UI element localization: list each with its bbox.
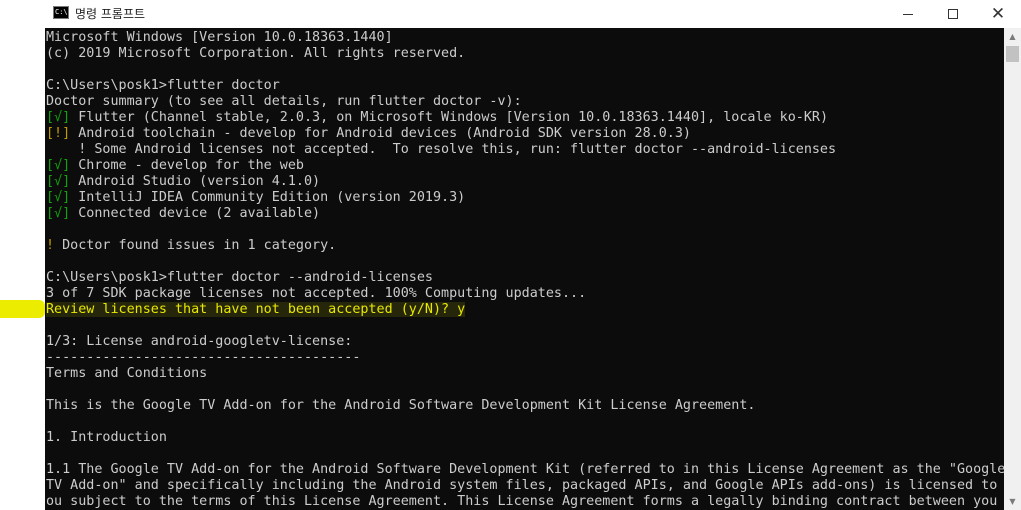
close-button[interactable]: ✕ bbox=[975, 0, 1021, 28]
console-output[interactable]: Microsoft Windows [Version 10.0.18363.14… bbox=[45, 28, 1004, 510]
console-text: (c) 2019 Microsoft Corporation. All righ… bbox=[46, 46, 466, 61]
console-line: Review licenses that have not been accep… bbox=[46, 302, 1004, 318]
console-text: 1.1 The Google TV Add-on for the Android… bbox=[46, 462, 1004, 477]
console-text: [√] bbox=[46, 174, 71, 189]
console-text: [√] bbox=[46, 110, 71, 125]
console-text: [√] bbox=[46, 158, 71, 173]
console-line: [√] Android Studio (version 4.1.0) bbox=[46, 174, 1004, 190]
console-text: [√] bbox=[46, 190, 71, 205]
console-line: 1. Introduction bbox=[46, 430, 1004, 446]
maximize-icon bbox=[948, 9, 958, 19]
console-text: This is the Google TV Add-on for the And… bbox=[46, 398, 756, 413]
console-text: C:\Users\posk1>flutter doctor --android-… bbox=[46, 270, 433, 285]
console-text: Doctor found issues in 1 category. bbox=[54, 238, 337, 253]
console-lines: Microsoft Windows [Version 10.0.18363.14… bbox=[46, 30, 1004, 510]
highlighter-mark bbox=[0, 300, 45, 318]
console-line: Terms and Conditions bbox=[46, 366, 1004, 382]
console-line: (c) 2019 Microsoft Corporation. All righ… bbox=[46, 46, 1004, 62]
console-text: [!] bbox=[46, 126, 71, 141]
console-text: Flutter (Channel stable, 2.0.3, on Micro… bbox=[70, 110, 829, 125]
scroll-up-button[interactable]: ▲ bbox=[1004, 28, 1021, 45]
console-text: [√] bbox=[46, 206, 71, 221]
console-text: ! Some Android licenses not accepted. To… bbox=[46, 142, 837, 157]
scroll-down-button[interactable]: ▼ bbox=[1004, 493, 1021, 510]
console-text: 1/3: License android-googletv-license: bbox=[46, 334, 353, 349]
arrow-up-icon: ▲ bbox=[1009, 32, 1016, 41]
console-text: Android toolchain - develop for Android … bbox=[70, 126, 691, 141]
console-line: ! Some Android licenses not accepted. To… bbox=[46, 142, 1004, 158]
console-line: ! Doctor found issues in 1 category. bbox=[46, 238, 1004, 254]
console-line: [√] Connected device (2 available) bbox=[46, 206, 1004, 222]
console-line: This is the Google TV Add-on for the And… bbox=[46, 398, 1004, 414]
console-text: Microsoft Windows [Version 10.0.18363.14… bbox=[46, 30, 393, 45]
console-line: 1/3: License android-googletv-license: bbox=[46, 334, 1004, 350]
console-line: [√] Flutter (Channel stable, 2.0.3, on M… bbox=[46, 110, 1004, 126]
maximize-button[interactable] bbox=[930, 0, 976, 28]
console-text: Connected device (2 available) bbox=[70, 206, 321, 221]
console-text: Chrome - develop for the web bbox=[70, 158, 304, 173]
console-line: [√] Chrome - develop for the web bbox=[46, 158, 1004, 174]
console-text: Doctor summary (to see all details, run … bbox=[46, 94, 522, 109]
window-title: 명령 프롬프트 bbox=[75, 7, 146, 21]
arrow-down-icon: ▼ bbox=[1009, 497, 1016, 506]
console-line: [!] Android toolchain - develop for Andr… bbox=[46, 126, 1004, 142]
console-text: TV Add-on" and specifically including th… bbox=[46, 478, 1004, 493]
console-line: ou subject to the terms of this License … bbox=[46, 494, 1004, 510]
console-text: ou subject to the terms of this License … bbox=[46, 494, 1004, 509]
console-text: Terms and Conditions bbox=[46, 366, 208, 381]
close-icon: ✕ bbox=[990, 4, 1006, 24]
console-line: --------------------------------------- bbox=[46, 350, 1004, 366]
cmd-icon: C:\ bbox=[53, 6, 69, 19]
console-text: C:\Users\posk1>flutter doctor bbox=[46, 78, 280, 93]
console-text: 1. Introduction bbox=[46, 430, 167, 445]
console-text: IntelliJ IDEA Community Edition (version… bbox=[70, 190, 466, 205]
console-line: 1.1 The Google TV Add-on for the Android… bbox=[46, 462, 1004, 478]
console-line: C:\Users\posk1>flutter doctor --android-… bbox=[46, 270, 1004, 286]
scroll-thumb[interactable] bbox=[1006, 46, 1019, 62]
console-line: 3 of 7 SDK package licenses not accepted… bbox=[46, 286, 1004, 302]
console-line: TV Add-on" and specifically including th… bbox=[46, 478, 1004, 494]
console-line: Microsoft Windows [Version 10.0.18363.14… bbox=[46, 30, 1004, 46]
console-line: C:\Users\posk1>flutter doctor bbox=[46, 78, 1004, 94]
console-line: [√] IntelliJ IDEA Community Edition (ver… bbox=[46, 190, 1004, 206]
title-bar[interactable]: C:\ 명령 프롬프트 ✕ bbox=[45, 0, 1021, 28]
minimize-button[interactable] bbox=[885, 0, 931, 28]
console-text: Review licenses that have not been accep… bbox=[46, 302, 466, 317]
minimize-icon bbox=[903, 13, 913, 15]
console-text: 3 of 7 SDK package licenses not accepted… bbox=[46, 286, 587, 301]
console-text: --------------------------------------- bbox=[46, 350, 361, 365]
console-text: Android Studio (version 4.1.0) bbox=[70, 174, 321, 189]
console-text: ! bbox=[46, 238, 55, 253]
vertical-scrollbar[interactable]: ▲ ▼ bbox=[1004, 28, 1021, 510]
console-line: Doctor summary (to see all details, run … bbox=[46, 94, 1004, 110]
